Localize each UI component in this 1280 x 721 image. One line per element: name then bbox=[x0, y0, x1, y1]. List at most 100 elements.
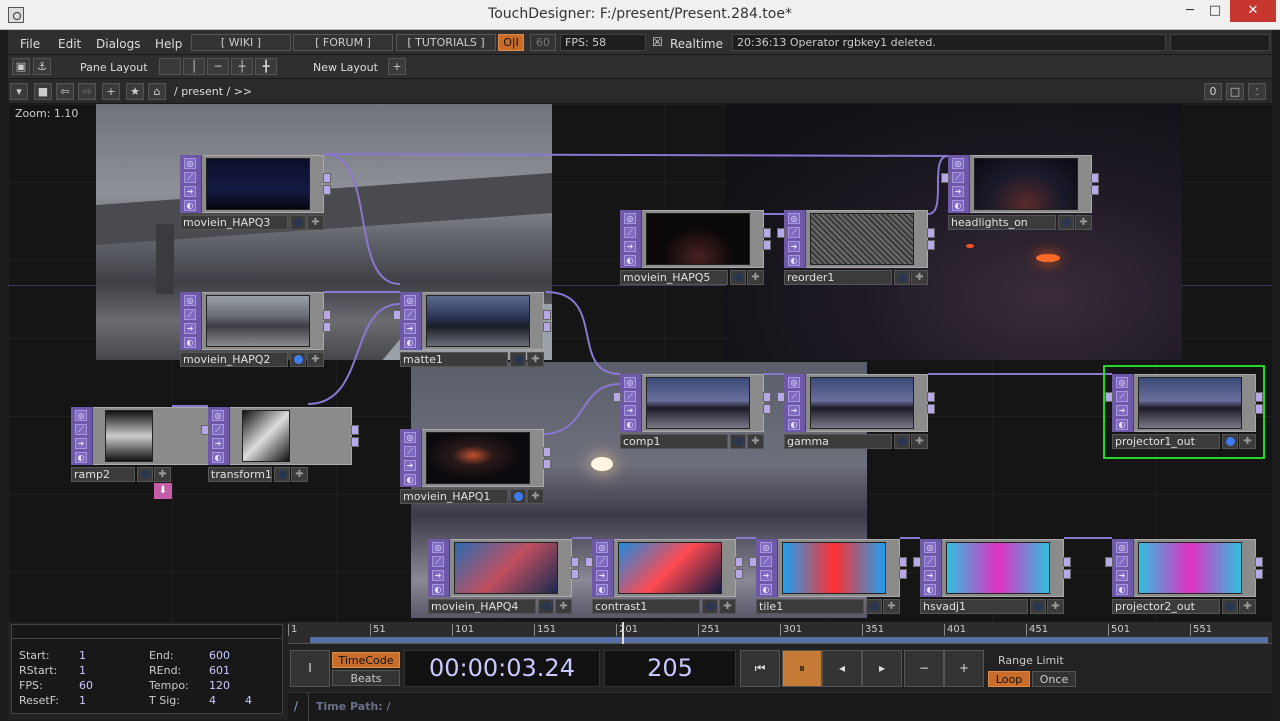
pause-icon[interactable]: ⏸ bbox=[782, 650, 822, 687]
layout-split-horizontal-icon[interactable]: ─ bbox=[207, 58, 229, 75]
network-icon[interactable]: ⚓ bbox=[33, 58, 51, 75]
zero-button[interactable]: 0 bbox=[1204, 83, 1222, 100]
minus-icon[interactable]: − bbox=[904, 650, 944, 687]
node-label[interactable]: reorder1 bbox=[784, 270, 892, 285]
node-flag-icon[interactable]: ✚ bbox=[527, 352, 544, 367]
frame-display[interactable]: 205 bbox=[604, 650, 736, 687]
add-icon[interactable]: + bbox=[102, 83, 120, 100]
node-flag-icon[interactable]: ✚ bbox=[911, 270, 928, 285]
node-label[interactable]: gamma bbox=[784, 434, 892, 449]
home-icon[interactable]: ⌂ bbox=[148, 83, 166, 100]
range-bar[interactable] bbox=[310, 637, 1268, 643]
node-flag-icon[interactable]: ✚ bbox=[1239, 599, 1256, 614]
node-transform1[interactable]: ◎ ⟋ ➔ ◐ transform1 ✚ bbox=[201, 407, 359, 483]
node-label[interactable]: transform1 bbox=[208, 467, 272, 482]
node-moviein-hapq2[interactable]: ◎ ⟋ ➔ ◐ moviein_HAPQ2 ✚ bbox=[180, 292, 331, 368]
node-label[interactable]: comp1 bbox=[620, 434, 728, 449]
node-label[interactable]: moviein_HAPQ3 bbox=[180, 215, 288, 230]
perform-toggle-button[interactable]: O|I bbox=[498, 34, 524, 51]
fps-value[interactable]: 60 bbox=[79, 679, 93, 692]
node-flag-icon[interactable]: ✚ bbox=[747, 434, 764, 449]
layout-single-icon[interactable] bbox=[159, 58, 181, 75]
node-moviein-hapq1[interactable]: ◎ ⟋ ➔ ◐ moviein_HAPQ1 ✚ bbox=[400, 429, 551, 505]
tutorials-button[interactable]: [ TUTORIALS ] bbox=[396, 34, 496, 51]
node-label[interactable]: ramp2 bbox=[71, 467, 135, 482]
timeline-ruler[interactable]: 1 51 101 151 201 251 301 351 401 451 501… bbox=[288, 622, 1272, 644]
viewer-toggle[interactable] bbox=[137, 467, 153, 482]
forum-button[interactable]: [ FORUM ] bbox=[293, 34, 393, 51]
menu-edit[interactable]: Edit bbox=[58, 37, 81, 51]
node-moviein-hapq3[interactable]: ◎ ⟋ ➔ ◐ moviein_HAPQ3 ✚ bbox=[180, 155, 331, 231]
close-button[interactable]: ✕ bbox=[1230, 0, 1276, 22]
maximize-button[interactable]: □ bbox=[1200, 0, 1230, 22]
image-icon[interactable]: ▣ bbox=[12, 58, 30, 75]
viewer-toggle[interactable] bbox=[894, 270, 910, 285]
node-tile1[interactable]: ◎ ⟋ ➔ ◐ tile1 ✚ bbox=[749, 539, 907, 615]
node-headlights-on[interactable]: ◎ ⟋ ➔ ◐ headlights_on ✚ bbox=[941, 155, 1099, 231]
node-flag-icon[interactable]: ✚ bbox=[747, 270, 764, 285]
menu-dialogs[interactable]: Dialogs bbox=[96, 37, 140, 51]
node-flag-icon[interactable]: ✚ bbox=[291, 467, 308, 482]
viewer-toggle[interactable] bbox=[1222, 599, 1238, 614]
resetf-value[interactable]: 1 bbox=[79, 694, 86, 707]
node-hsvadj1[interactable]: ◎ ⟋ ➔ ◐ hsvadj1 ✚ bbox=[913, 539, 1071, 615]
node-label[interactable]: moviein_HAPQ4 bbox=[428, 599, 536, 614]
node-label[interactable]: contrast1 bbox=[592, 599, 700, 614]
viewer-toggle[interactable] bbox=[510, 352, 526, 367]
tempo-value[interactable]: 120 bbox=[209, 679, 230, 692]
rstart-value[interactable]: 1 bbox=[79, 664, 86, 677]
time-path-slash[interactable]: / bbox=[294, 699, 298, 713]
node-flag-icon[interactable]: ✚ bbox=[1047, 599, 1064, 614]
node-label[interactable]: hsvadj1 bbox=[920, 599, 1028, 614]
node-flag-icon[interactable]: ✚ bbox=[555, 599, 572, 614]
chevron-down-icon[interactable]: ▾ bbox=[10, 83, 28, 100]
viewer-toggle[interactable] bbox=[702, 599, 718, 614]
node-label[interactable]: tile1 bbox=[756, 599, 864, 614]
node-flag-icon[interactable]: ✚ bbox=[307, 352, 324, 367]
node-projector1-out[interactable]: ◎ ⟋ ➔ ◐ projector1_out ✚ bbox=[1103, 365, 1265, 459]
viewer-toggle[interactable] bbox=[290, 352, 306, 367]
rewind-icon[interactable]: ⏮ bbox=[740, 650, 780, 687]
viewer-toggle[interactable] bbox=[730, 434, 746, 449]
node-flag-icon[interactable]: ✚ bbox=[154, 467, 171, 482]
node-label[interactable]: moviein_HAPQ2 bbox=[180, 352, 288, 367]
layout-split-vertical-icon[interactable]: │ bbox=[183, 58, 205, 75]
node-label[interactable]: projector1_out bbox=[1112, 434, 1220, 449]
viewer-toggle[interactable] bbox=[290, 215, 306, 230]
viewer-toggle[interactable] bbox=[1058, 215, 1074, 230]
loop-button[interactable]: Loop bbox=[988, 671, 1030, 687]
step-back-icon[interactable]: ◂ bbox=[822, 650, 862, 687]
layout-quad-icon[interactable]: ╋ bbox=[255, 58, 277, 75]
node-moviein-hapq5[interactable]: ◎ ⟋ ➔ ◐ moviein_HAPQ5 ✚ bbox=[620, 210, 771, 286]
node-gamma[interactable]: ◎ ⟋ ➔ ◐ gamma ✚ bbox=[777, 374, 935, 450]
menu-file[interactable]: File bbox=[20, 37, 40, 51]
node-flag-icon[interactable]: ✚ bbox=[1075, 215, 1092, 230]
viewer-toggle[interactable] bbox=[538, 599, 554, 614]
star-icon[interactable]: ★ bbox=[126, 83, 144, 100]
menu-help[interactable]: Help bbox=[155, 37, 182, 51]
timecode-button[interactable]: TimeCode bbox=[332, 652, 400, 668]
viewer-toggle[interactable] bbox=[510, 489, 526, 504]
back-icon[interactable]: ⇦ bbox=[56, 83, 74, 100]
time-display[interactable]: 00:00:03.24 bbox=[404, 650, 600, 687]
i-button[interactable]: I bbox=[290, 650, 330, 687]
node-comp1[interactable]: ◎ ⟋ ➔ ◐ comp1 ✚ bbox=[613, 374, 771, 450]
node-label[interactable]: projector2_out bbox=[1112, 599, 1220, 614]
node-label[interactable]: headlights_on bbox=[948, 215, 1056, 230]
forward-icon[interactable]: ⇨ bbox=[78, 83, 96, 100]
node-flag-icon[interactable]: ✚ bbox=[883, 599, 900, 614]
fps-limit-button[interactable]: 60 bbox=[530, 34, 556, 51]
plus-icon[interactable]: + bbox=[944, 650, 984, 687]
tsig-numerator[interactable]: 4 bbox=[209, 694, 216, 707]
rend-value[interactable]: 601 bbox=[209, 664, 230, 677]
new-layout-button[interactable]: + bbox=[388, 58, 406, 75]
node-flag-icon[interactable]: ✚ bbox=[1239, 434, 1256, 449]
pane-pin-icon[interactable]: ⍘ bbox=[1248, 83, 1266, 100]
beats-button[interactable]: Beats bbox=[332, 670, 400, 686]
start-value[interactable]: 1 bbox=[79, 649, 86, 662]
end-value[interactable]: 600 bbox=[209, 649, 230, 662]
node-label[interactable]: moviein_HAPQ1 bbox=[400, 489, 508, 504]
node-moviein-hapq4[interactable]: ◎ ⟋ ➔ ◐ moviein_HAPQ4 ✚ bbox=[428, 539, 579, 615]
node-contrast1[interactable]: ◎ ⟋ ➔ ◐ contrast1 ✚ bbox=[585, 539, 743, 615]
network-editor[interactable]: Zoom: 1.10 ◎ ⟋ ➔ ◐ moviein_HAPQ3 ✚ ◎ ⟋ ➔ ◐ mov… bbox=[8, 104, 1272, 622]
